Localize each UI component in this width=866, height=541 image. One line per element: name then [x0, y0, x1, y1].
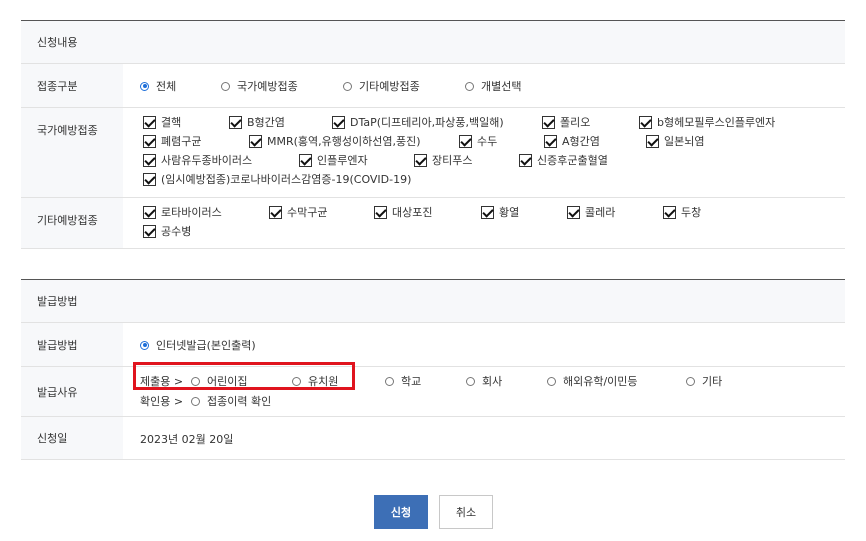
- highlight-box: [133, 362, 355, 390]
- checkbox-item[interactable]: 결핵: [143, 114, 181, 130]
- checkbox-item[interactable]: 사람유두종바이러스: [143, 152, 252, 168]
- row-label: 발급사유: [21, 367, 123, 416]
- checkbox-item[interactable]: A형간염: [544, 133, 600, 149]
- section-application-content: 신청내용 접종구분 전체 국가예방접종 기타예방접종 개별선택 국가예방접종 결…: [21, 20, 845, 249]
- checkbox-icon: [414, 153, 427, 167]
- checkbox-icon: [519, 153, 532, 167]
- checkbox-icon: [143, 134, 156, 148]
- application-date-row: 신청일 2023년 02월 20일: [21, 417, 845, 460]
- checkbox-icon: [269, 205, 282, 219]
- section-title: 발급방법: [21, 280, 845, 323]
- checkbox-item[interactable]: MMR(홍역,유행성이하선염,풍진): [249, 133, 421, 149]
- confirm-prefix: 확인용 >: [140, 395, 184, 408]
- checkbox-item[interactable]: 신증후군출혈열: [519, 152, 608, 168]
- other-vaccination-row: 기타예방접종 로타바이러스 수막구균 대상포진 황열 콜레라 두창 공수병: [21, 198, 845, 249]
- radio-other-reason[interactable]: 기타: [686, 373, 722, 389]
- checkbox-icon: [143, 205, 156, 219]
- checkbox-item[interactable]: 콜레라: [567, 204, 615, 220]
- checkbox-icon: [143, 115, 156, 129]
- checkbox-item[interactable]: DTaP(디프테리아,파상풍,백일해): [332, 114, 504, 130]
- radio-national[interactable]: 국가예방접종: [221, 78, 298, 94]
- checkbox-icon: [459, 134, 472, 148]
- row-label: 발급방법: [21, 323, 123, 366]
- checkbox-item[interactable]: b형헤모필루스인플루엔자: [639, 114, 775, 130]
- checkbox-icon: [249, 134, 262, 148]
- checkbox-icon: [567, 205, 580, 219]
- checkbox-item[interactable]: 인플루엔자: [299, 152, 368, 168]
- radio-other[interactable]: 기타예방접종: [343, 78, 420, 94]
- application-date-value: 2023년 02월 20일: [140, 433, 234, 446]
- checkbox-item[interactable]: 대상포진: [374, 204, 432, 220]
- radio-icon: [343, 81, 352, 91]
- checkbox-icon: [143, 153, 156, 167]
- issue-method-row: 발급방법 인터넷발급(본인출력): [21, 323, 845, 367]
- checkbox-icon: [374, 205, 387, 219]
- checkbox-item[interactable]: 황열: [481, 204, 519, 220]
- row-label: 접종구분: [21, 64, 123, 107]
- checkbox-icon: [544, 134, 557, 148]
- checkbox-item[interactable]: 공수병: [143, 223, 191, 239]
- radio-icon: [686, 376, 695, 386]
- checkbox-item[interactable]: 수두: [459, 133, 497, 149]
- radio-icon: [191, 396, 200, 406]
- cancel-button[interactable]: 취소: [439, 495, 493, 529]
- radio-icon: [221, 81, 230, 91]
- vaccination-type-row: 접종구분 전체 국가예방접종 기타예방접종 개별선택: [21, 64, 845, 108]
- radio-history-check[interactable]: 접종이력 확인: [191, 393, 271, 409]
- checkbox-icon: [542, 115, 555, 129]
- checkbox-item[interactable]: 수막구균: [269, 204, 327, 220]
- checkbox-item[interactable]: 로타바이러스: [143, 204, 222, 220]
- row-label: 신청일: [21, 417, 123, 459]
- radio-school[interactable]: 학교: [385, 373, 421, 389]
- national-vaccination-row: 국가예방접종 결핵 B형간염 DTaP(디프테리아,파상풍,백일해) 폴리오 b…: [21, 108, 845, 198]
- radio-icon: [465, 81, 474, 91]
- row-label: 국가예방접종: [21, 108, 123, 197]
- checkbox-icon: [143, 224, 156, 238]
- radio-all[interactable]: 전체: [140, 78, 176, 94]
- checkbox-icon: [229, 115, 242, 129]
- checkbox-item[interactable]: 장티푸스: [414, 152, 472, 168]
- checkbox-item[interactable]: 폐렴구균: [143, 133, 201, 149]
- checkbox-item[interactable]: 일본뇌염: [646, 133, 704, 149]
- checkbox-icon: [646, 134, 659, 148]
- radio-icon: [140, 81, 149, 91]
- checkbox-icon: [663, 205, 676, 219]
- checkbox-item[interactable]: B형간염: [229, 114, 285, 130]
- checkbox-icon: [481, 205, 494, 219]
- radio-study-abroad[interactable]: 해외유학/이민등: [547, 373, 638, 389]
- checkbox-item[interactable]: 폴리오: [542, 114, 590, 130]
- radio-icon: [140, 340, 149, 350]
- radio-icon: [466, 376, 475, 386]
- checkbox-icon: [332, 115, 345, 129]
- row-label: 기타예방접종: [21, 198, 123, 248]
- section-title: 신청내용: [21, 21, 845, 64]
- checkbox-icon: [639, 115, 652, 129]
- apply-button[interactable]: 신청: [374, 495, 428, 529]
- radio-company[interactable]: 회사: [466, 373, 502, 389]
- radio-individual[interactable]: 개별선택: [465, 78, 521, 94]
- checkbox-icon: [143, 172, 156, 186]
- radio-internet-issue[interactable]: 인터넷발급(본인출력): [140, 337, 256, 353]
- checkbox-item[interactable]: 두창: [663, 204, 701, 220]
- radio-icon: [547, 376, 556, 386]
- radio-icon: [385, 376, 394, 386]
- checkbox-icon: [299, 153, 312, 167]
- checkbox-item[interactable]: (임시예방접종)코로나바이러스감염증-19(COVID-19): [143, 171, 411, 187]
